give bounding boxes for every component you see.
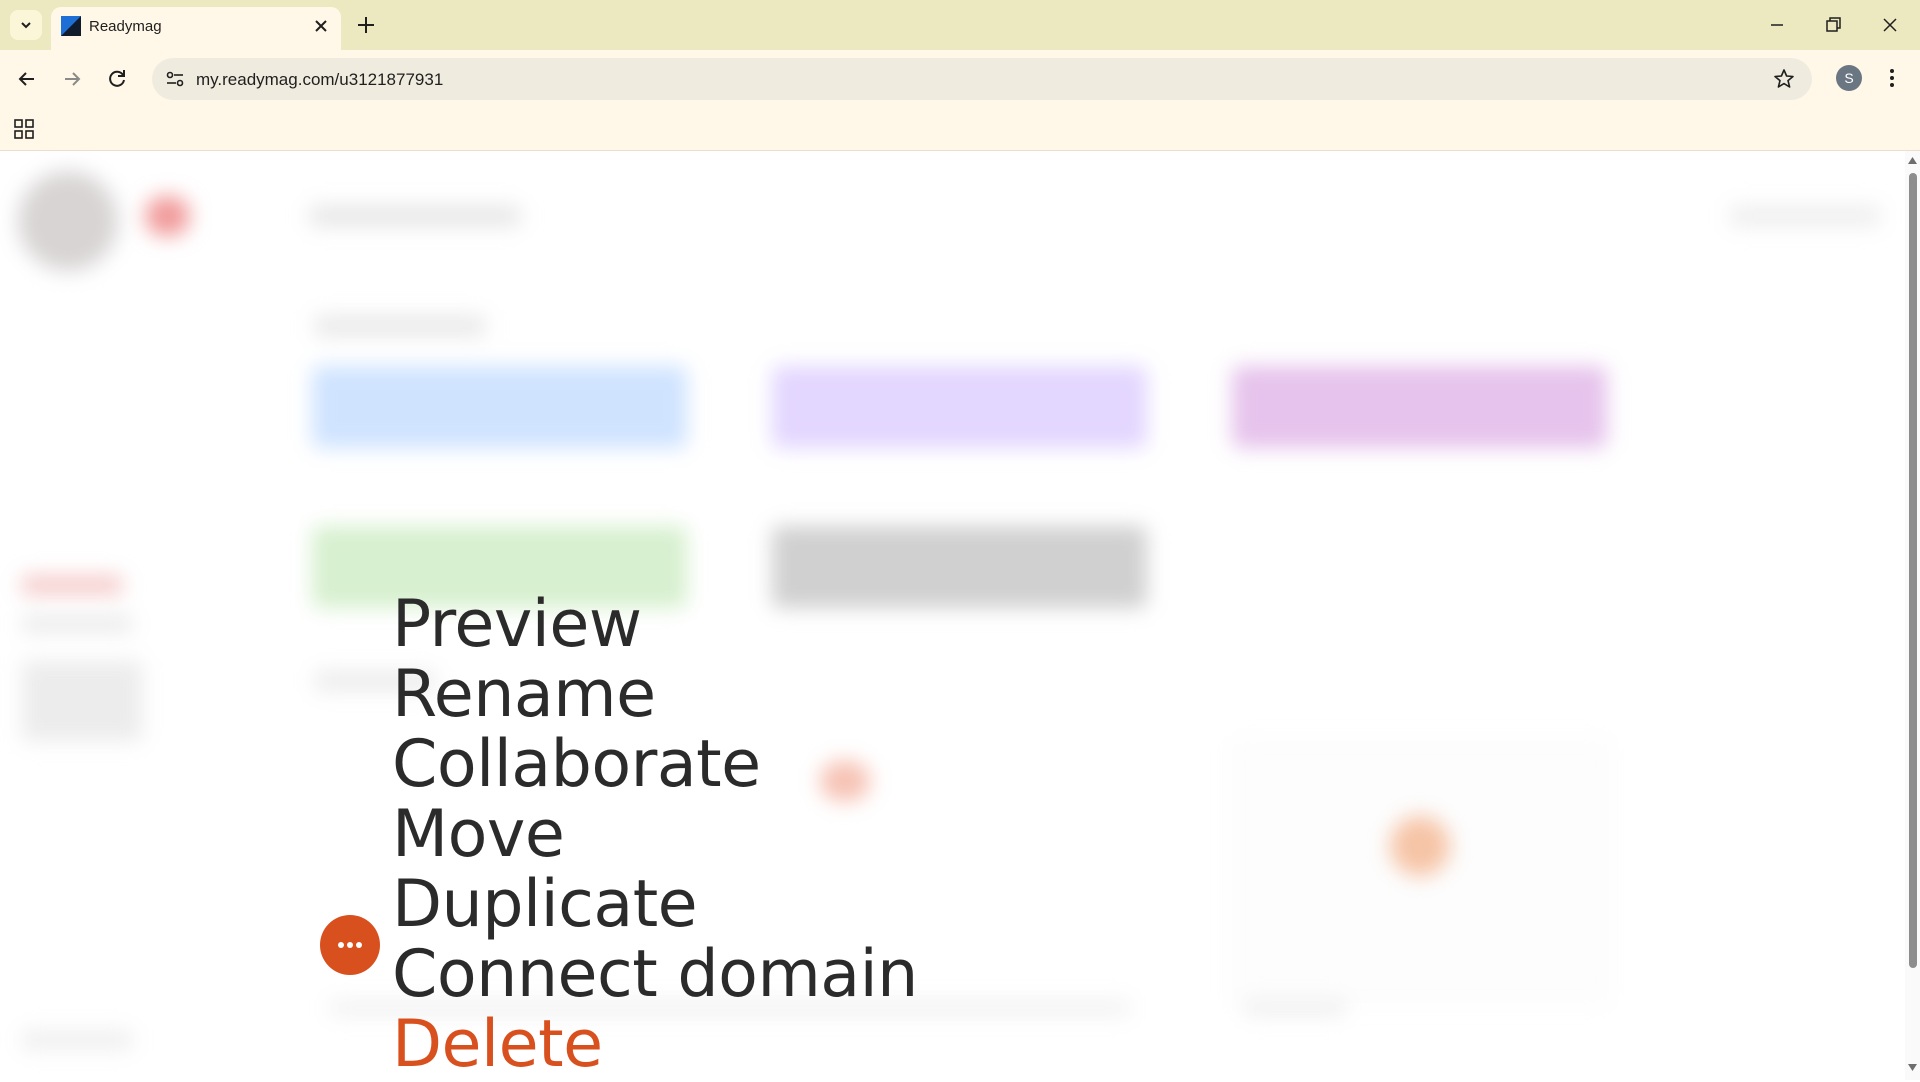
header-nav: [310, 206, 520, 226]
project-context-menu: Preview Rename Collaborate Move Duplicat…: [392, 590, 918, 1080]
logo-mark: [145, 196, 190, 236]
site-info-icon[interactable]: [162, 66, 188, 92]
close-icon[interactable]: [311, 16, 331, 36]
browser-toolbar: my.readymag.com/u3121877931 S: [0, 50, 1920, 108]
menu-item-preview[interactable]: Preview: [392, 590, 918, 660]
back-arrow-icon[interactable]: [14, 66, 40, 92]
template-card-blue[interactable]: [312, 366, 687, 448]
apps-grid-icon[interactable]: [12, 117, 36, 141]
kebab-menu-icon[interactable]: [1880, 64, 1904, 92]
bookmarks-bar: [0, 108, 1920, 151]
ellipsis-icon: [338, 942, 362, 948]
sidebar-item: [22, 1031, 132, 1049]
user-avatar: [18, 171, 118, 271]
browser-tab-readymag[interactable]: Readymag: [51, 7, 341, 50]
menu-item-rename[interactable]: Rename: [392, 660, 918, 730]
scroll-up-icon[interactable]: [1907, 155, 1918, 165]
sidebar-item: [22, 576, 122, 594]
template-card-purple[interactable]: [772, 366, 1147, 448]
profile-avatar[interactable]: S: [1836, 65, 1862, 91]
tab-search-button[interactable]: [10, 10, 42, 40]
sidebar-item: [22, 616, 132, 632]
url-text[interactable]: my.readymag.com/u3121877931: [196, 70, 443, 90]
chevron-down-icon: [21, 22, 31, 29]
menu-item-move[interactable]: Move: [392, 800, 918, 870]
tab-title: Readymag: [89, 18, 162, 35]
menu-item-duplicate[interactable]: Duplicate: [392, 870, 918, 940]
menu-item-delete[interactable]: Delete: [392, 1010, 918, 1080]
page-scrollbar[interactable]: [1905, 151, 1920, 1080]
menu-item-connect-domain[interactable]: Connect domain: [392, 940, 918, 1010]
scroll-down-icon[interactable]: [1907, 1063, 1918, 1073]
reload-icon[interactable]: [104, 66, 130, 92]
restore-icon[interactable]: [1820, 12, 1846, 38]
project-caption: [1245, 1001, 1345, 1015]
plus-icon[interactable]: [355, 14, 377, 36]
template-card-pink[interactable]: [1232, 366, 1607, 448]
star-icon[interactable]: [1772, 67, 1796, 91]
close-window-icon[interactable]: [1877, 12, 1903, 38]
section-heading: [315, 316, 485, 336]
header-actions: [1730, 206, 1880, 226]
menu-item-collaborate[interactable]: Collaborate: [392, 730, 918, 800]
forward-arrow-icon[interactable]: [59, 66, 85, 92]
scroll-thumb[interactable]: [1909, 173, 1917, 968]
tab-strip: Readymag: [0, 0, 1920, 50]
project-more-button[interactable]: [320, 915, 380, 975]
sidebar-item: [22, 661, 142, 741]
new-project-plus: [1390, 816, 1450, 876]
page-backdrop: [0, 151, 1905, 1080]
minimize-icon[interactable]: [1764, 12, 1790, 38]
readymag-logo-icon: [61, 16, 81, 36]
address-bar[interactable]: my.readymag.com/u3121877931: [152, 58, 1812, 100]
